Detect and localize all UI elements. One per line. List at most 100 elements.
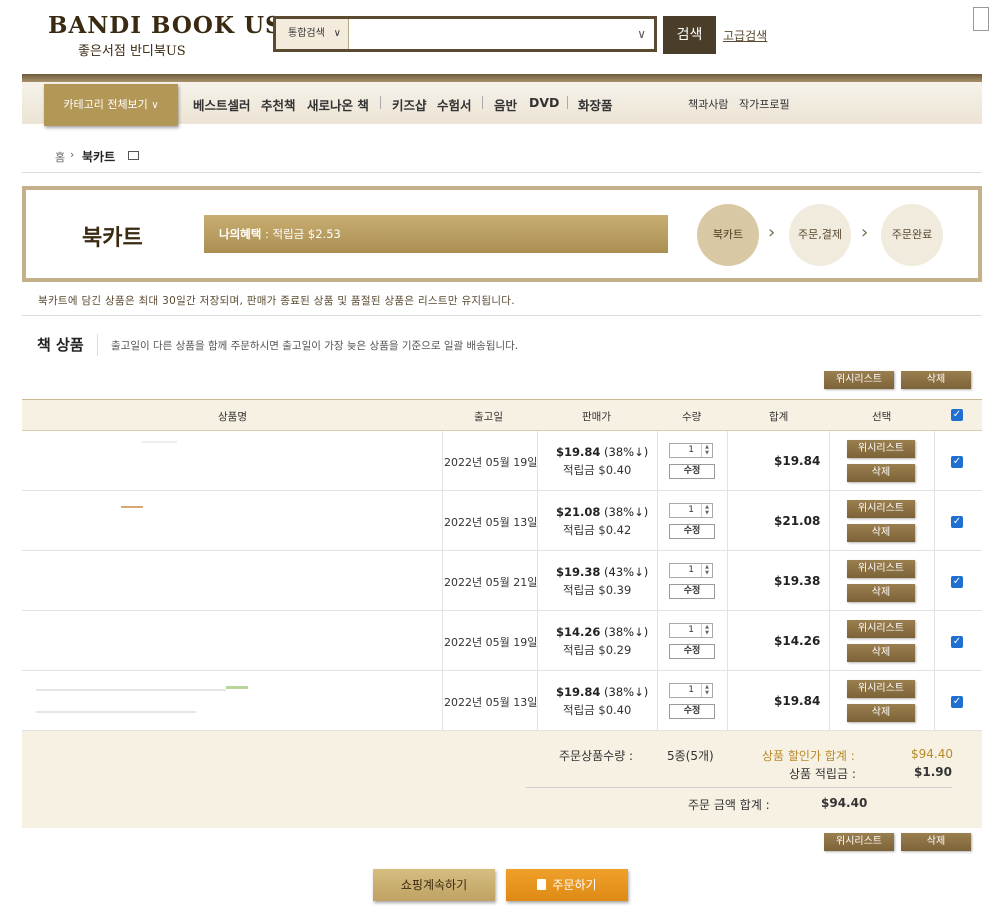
quantity-update-button[interactable]: 수정 [669,524,715,539]
quantity-update-button[interactable]: 수정 [669,464,715,479]
row-wishlist-button[interactable]: 위시리스트 [847,560,915,578]
reward-points: 적립금 $0.39 [563,583,632,597]
nav-item-new-books[interactable]: 새로나온 책 [307,95,369,114]
category-all-button[interactable]: 카테고리 전체보기 ∨ [44,84,178,126]
quantity-update-button[interactable]: 수정 [669,704,715,719]
sale-price: $19.84 (38%↓) [556,685,648,699]
sale-price: $14.26 (38%↓) [556,625,648,639]
ship-date: 2022년 05월 13일 [444,516,538,529]
search-bar: 통합검색 ∨ ∨ [273,16,657,52]
reward-points: 적립금 $0.29 [563,643,632,657]
discount-rate: (38%↓) [604,625,649,639]
page-title: 북카트 [82,226,143,251]
column-divider [829,551,830,610]
nav-item-author-profile[interactable]: 작가프로필 [739,96,790,112]
table-row: 2022년 05월 19일 $19.84 (38%↓) 적립금 $0.40 1 ▲… [22,431,982,491]
discount-rate: (38%↓) [604,445,649,459]
row-checkbox[interactable]: ✓ [951,696,963,708]
discount-rate: (38%↓) [604,505,649,519]
quantity-input[interactable]: 1 ▲ ▼ [669,623,713,638]
wishlist-button-top[interactable]: 위시리스트 [824,371,894,389]
column-divider [442,491,443,550]
row-delete-button[interactable]: 삭제 [847,464,915,482]
quantity-input[interactable]: 1 ▲ ▼ [669,563,713,578]
quantity-spinner-icon[interactable]: ▲ ▼ [701,564,712,577]
column-divider [727,491,728,550]
column-divider [442,431,443,490]
column-divider [657,671,658,730]
step-payment: 주문,결제 [789,204,851,266]
quantity-spinner-icon[interactable]: ▲ ▼ [701,624,712,637]
summary-discount-value: $94.40 [911,747,953,761]
row-checkbox[interactable]: ✓ [951,516,963,528]
quantity-input[interactable]: 1 ▲ ▼ [669,443,713,458]
delete-button-top[interactable]: 삭제 [901,371,971,389]
shopping-bag-icon [537,879,547,890]
row-wishlist-button[interactable]: 위시리스트 [847,500,915,518]
summary-count-value: 5종(5개) [667,749,714,763]
wishlist-button-bottom[interactable]: 위시리스트 [824,833,894,851]
row-delete-button[interactable]: 삭제 [847,644,915,662]
row-wishlist-button[interactable]: 위시리스트 [847,680,915,698]
column-divider [657,491,658,550]
quantity-update-button[interactable]: 수정 [669,584,715,599]
column-header-product: 상품명 [218,411,247,423]
row-wishlist-button[interactable]: 위시리스트 [847,620,915,638]
row-checkbox[interactable]: ✓ [951,576,963,588]
row-checkbox[interactable]: ✓ [951,456,963,468]
nav-item-books-people[interactable]: 책과사람 [688,96,728,112]
breadcrumb-home[interactable]: 홈 [55,149,65,165]
select-all-checkbox[interactable]: ✓ [951,409,963,421]
row-total: $19.84 [774,694,821,708]
logo-english[interactable]: BANDI BOOK US [48,12,283,39]
search-type-select[interactable]: 통합검색 ∨ [276,19,349,49]
step-complete: 주문완료 [881,204,943,266]
column-divider [657,611,658,670]
chevron-down-icon[interactable]: ∨ [637,19,646,49]
quantity-input[interactable]: 1 ▲ ▼ [669,683,713,698]
nav-item-dvd[interactable]: DVD [529,95,559,110]
divider [22,172,982,173]
row-checkbox[interactable]: ✓ [951,636,963,648]
quantity-input[interactable]: 1 ▲ ▼ [669,503,713,518]
continue-shopping-button[interactable]: 쇼핑계속하기 [373,869,495,901]
quantity-spinner-icon[interactable]: ▲ ▼ [701,504,712,517]
column-divider [934,671,935,730]
reward-points: 적립금 $0.40 [563,703,632,717]
row-total: $19.84 [774,454,821,468]
quantity-update-button[interactable]: 수정 [669,644,715,659]
column-divider [934,551,935,610]
nav-item-kids[interactable]: 키즈샵 [392,95,427,114]
discount-rate: (38%↓) [604,685,649,699]
benefit-label: 나의혜택 [219,227,262,241]
column-divider [829,491,830,550]
sale-price: $19.38 (43%↓) [556,565,648,579]
ship-date: 2022년 05월 19일 [444,636,538,649]
quantity-spinner-icon[interactable]: ▲ ▼ [701,444,712,457]
quantity-value: 1 [688,685,694,695]
breadcrumb-arrow-icon: › [70,148,75,161]
side-tab[interactable] [973,7,989,31]
row-delete-button[interactable]: 삭제 [847,524,915,542]
order-button[interactable]: 주문하기 [506,869,628,901]
search-button[interactable]: 검색 [663,16,716,54]
nav-item-recommended[interactable]: 추천책 [261,95,296,114]
column-header-quantity: 수량 [682,411,702,423]
nav-item-bestseller[interactable]: 베스트셀러 [193,95,251,114]
logo-korean[interactable]: 좋은서점 반디북US [78,40,186,59]
nav-item-exam[interactable]: 수험서 [437,95,472,114]
quantity-spinner-icon[interactable]: ▲ ▼ [701,684,712,697]
search-input[interactable] [352,19,642,49]
row-wishlist-button[interactable]: 위시리스트 [847,440,915,458]
delete-button-bottom[interactable]: 삭제 [901,833,971,851]
column-divider [727,671,728,730]
nav-item-cosmetics[interactable]: 화장품 [578,95,613,114]
advanced-search-link[interactable]: 고급검색 [723,27,767,44]
summary-discount-label: 상품 할인가 합계 : [762,749,855,763]
new-window-icon[interactable] [128,151,139,160]
quantity-value: 1 [688,565,694,575]
column-divider [442,671,443,730]
nav-item-music[interactable]: 음반 [494,95,517,114]
row-delete-button[interactable]: 삭제 [847,584,915,602]
row-delete-button[interactable]: 삭제 [847,704,915,722]
